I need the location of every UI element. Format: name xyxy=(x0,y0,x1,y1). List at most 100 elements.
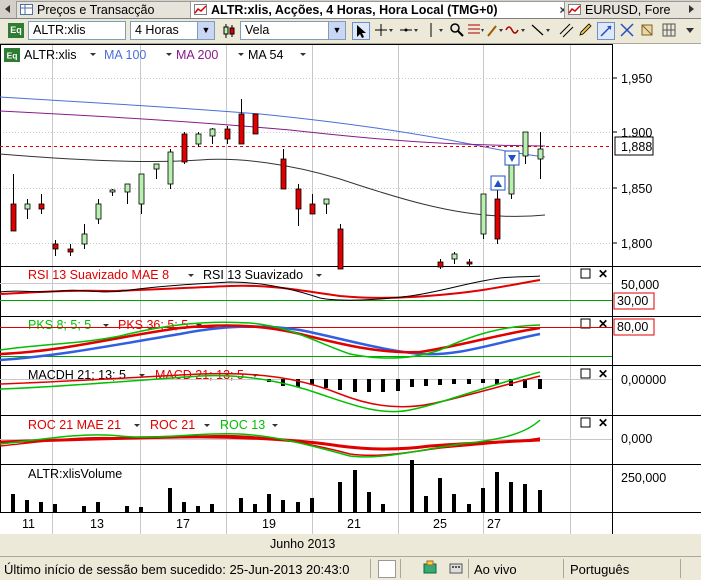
macd-histogram-bar xyxy=(467,379,471,384)
window-icon[interactable] xyxy=(378,560,396,578)
candlestick-icon xyxy=(221,23,237,39)
legend-roc-13[interactable]: ROC 13 xyxy=(220,418,265,432)
brush-tool-icon[interactable] xyxy=(487,22,505,40)
month-label: Junho 2013 xyxy=(270,537,336,551)
tab-scroll-right-icon[interactable] xyxy=(685,3,697,15)
autoscale-icon[interactable] xyxy=(597,22,615,40)
volume-bar xyxy=(523,484,527,512)
maximize-icon[interactable] xyxy=(580,318,591,329)
candle-body xyxy=(238,113,245,145)
volume-bar xyxy=(438,478,442,512)
zoom-icon[interactable] xyxy=(449,22,465,40)
candle-body xyxy=(224,128,231,140)
legend-rsi[interactable]: RSI 13 Suavizado xyxy=(203,268,303,282)
hline-tool-icon[interactable] xyxy=(399,22,421,40)
main-symbol-label: ALTR:xlis xyxy=(24,48,77,62)
tab-bar: Preços e Transacção ALTR:xlis, Acções, 4… xyxy=(0,0,701,19)
chevron-down-icon[interactable]: ▼ xyxy=(328,22,345,39)
tab-eurusd[interactable]: EURUSD, Fore xyxy=(564,1,701,18)
crossbars-icon[interactable] xyxy=(618,22,636,40)
grid-tool-icon[interactable] xyxy=(660,22,678,40)
tab-scroll-left-icon[interactable] xyxy=(2,3,14,15)
channel-tool-icon[interactable] xyxy=(558,22,574,40)
volume-bar xyxy=(467,504,471,512)
volume-bar xyxy=(239,498,243,512)
language-indicator[interactable]: Português xyxy=(570,562,629,577)
volume-bar xyxy=(509,482,513,512)
fibonacci-tool-icon[interactable] xyxy=(467,22,485,40)
legend-ma100[interactable]: MA 100 xyxy=(104,48,146,62)
volume-bar xyxy=(168,488,172,512)
close-icon[interactable]: ✕ xyxy=(598,317,608,331)
interval-select[interactable]: 4 Horas ▼ xyxy=(130,21,215,40)
symbol-input[interactable]: ALTR:xlis xyxy=(28,21,126,40)
candle-body xyxy=(323,198,330,205)
month-bar: Junho 2013 xyxy=(0,534,701,556)
volume-bar xyxy=(96,502,100,512)
chevron-down-icon[interactable]: ▼ xyxy=(197,22,214,39)
day-label: 11 xyxy=(22,517,35,531)
legend-pks-fast[interactable]: PKS 8; 5; 5 xyxy=(28,318,91,332)
vline-tool-icon[interactable] xyxy=(424,22,446,40)
status-bar: Último início de sessão bem sucedido: 25… xyxy=(0,556,701,580)
day-label: 25 xyxy=(433,517,447,531)
tab-precos[interactable]: Preços e Transacção xyxy=(16,1,206,18)
maximize-icon[interactable] xyxy=(580,368,591,379)
close-icon[interactable]: ✕ xyxy=(598,267,608,281)
close-icon[interactable]: ✕ xyxy=(598,367,608,381)
macd-histogram-bar xyxy=(538,379,542,389)
time-axis[interactable]: 11 13 17 19 21 25 27 xyxy=(22,517,501,531)
price-axis[interactable]: 1,950 1,900 1,850 1,800 xyxy=(612,72,652,251)
maximize-icon[interactable] xyxy=(580,417,591,428)
candle-body xyxy=(280,158,287,190)
macd-histogram-bar xyxy=(396,379,400,391)
legend-rsi-mae[interactable]: RSI 13 Suavizado MAE 8 xyxy=(28,268,169,282)
trendline-tool-icon[interactable] xyxy=(531,22,553,40)
ma54-line[interactable] xyxy=(0,153,546,217)
volume-bar xyxy=(125,506,129,512)
volume-bar xyxy=(25,500,29,512)
panel-controls: ✕ ✕ ✕ ✕ xyxy=(580,267,608,430)
pointer-tool-icon[interactable] xyxy=(352,22,370,40)
volume-bar xyxy=(182,502,186,512)
volume-bar xyxy=(53,504,57,512)
chart-area[interactable]: Eq ALTR:xlis MA 100 MA 200 MA 54 1,950 1… xyxy=(0,44,701,534)
candle-body xyxy=(124,183,131,193)
chart-type-select[interactable]: Vela ▼ xyxy=(240,21,346,40)
close-icon[interactable]: ✕ xyxy=(598,416,608,430)
legend-roc-mae[interactable]: ROC 21 MAE 21 xyxy=(28,418,121,432)
ma100-line[interactable] xyxy=(0,96,546,158)
macd-histogram-bar xyxy=(381,379,385,392)
legend-roc-21[interactable]: ROC 21 xyxy=(150,418,195,432)
tab-altr-chart[interactable]: ALTR:xlis, Acções, 4 Horas, Hora Local (… xyxy=(190,1,574,18)
candle-body xyxy=(138,173,145,205)
last-price-label: 1,888 xyxy=(621,140,652,154)
equity-badge-text: Eq xyxy=(7,51,18,61)
macd-histogram-bar xyxy=(353,379,357,392)
maximize-icon[interactable] xyxy=(580,268,591,279)
pencil-tool-icon[interactable] xyxy=(577,22,593,40)
legend-ma200[interactable]: MA 200 xyxy=(176,48,218,62)
candle-body xyxy=(522,131,529,157)
volume-bar xyxy=(481,488,485,512)
wave-tool-icon[interactable] xyxy=(505,22,529,40)
crosshair-tool-icon[interactable] xyxy=(374,22,396,40)
brush-clear-icon[interactable] xyxy=(638,22,656,40)
chart-icon xyxy=(568,4,581,15)
ma200-line[interactable] xyxy=(0,110,546,147)
volume-bar xyxy=(381,504,385,512)
volume-bar xyxy=(267,494,271,512)
panel-rsi-controls: ✕ xyxy=(580,267,608,281)
candle-body xyxy=(451,253,458,260)
equity-badge-icon: Eq xyxy=(8,23,24,38)
connection-icon[interactable] xyxy=(422,560,438,576)
chart-canvas[interactable]: Eq ALTR:xlis MA 100 MA 200 MA 54 1,950 1… xyxy=(0,44,701,534)
rsi-mae-line[interactable] xyxy=(0,279,541,299)
keyboard-icon[interactable] xyxy=(448,560,464,576)
toolbar-overflow-icon[interactable] xyxy=(683,22,697,40)
legend-ma54[interactable]: MA 54 xyxy=(248,48,283,62)
rsi-level-50-label: 50,000 xyxy=(621,278,659,292)
day-label: 17 xyxy=(176,517,190,531)
volume-bar xyxy=(495,472,499,512)
tab-label: ALTR:xlis, Acções, 4 Horas, Hora Local (… xyxy=(211,3,498,17)
